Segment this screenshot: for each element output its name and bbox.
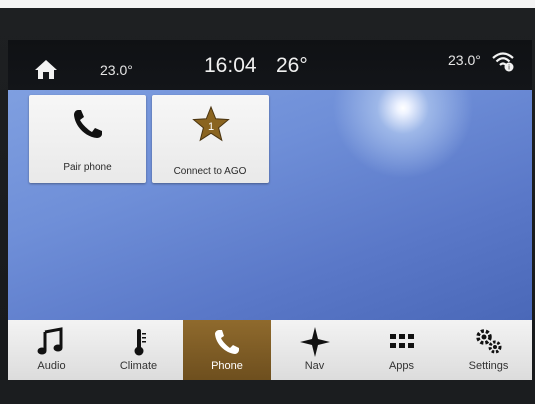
thermometer-icon (134, 329, 146, 356)
gear-icon (475, 329, 501, 354)
tab-climate[interactable]: Climate (95, 320, 182, 380)
tab-label: Apps (388, 360, 415, 372)
device-bezel-bottom (0, 380, 535, 404)
tab-nav[interactable]: Nav (271, 320, 358, 380)
tab-label: Audio (37, 360, 66, 372)
infotainment-screen: 23.0° 16:04 26° 23.0° i Pair phone 1 Con… (8, 40, 532, 380)
home-content-area: Pair phone 1 Connect to AGO (8, 90, 532, 320)
star-badge-icon: 1 (192, 105, 230, 142)
phone-icon (74, 110, 102, 138)
status-bar: 23.0° 16:04 26° 23.0° i (8, 40, 532, 90)
tab-phone[interactable]: Phone (183, 320, 271, 380)
compass-star-icon (299, 327, 330, 357)
tab-label: Nav (304, 360, 325, 372)
tab-apps[interactable]: Apps (358, 320, 445, 380)
phone-icon (215, 330, 239, 354)
home-icon[interactable] (34, 58, 58, 80)
tile-label: Pair phone (63, 162, 112, 173)
tile-label: Connect to AGO (173, 166, 247, 177)
connect-to-ago-tile[interactable]: 1 Connect to AGO (152, 95, 269, 183)
tab-settings[interactable]: Settings (445, 320, 532, 380)
tab-audio[interactable]: Audio (8, 320, 95, 380)
tab-label: Settings (468, 360, 509, 372)
passenger-temperature[interactable]: 23.0° (448, 52, 481, 68)
pair-phone-tile[interactable]: Pair phone (29, 95, 146, 183)
grid-icon (389, 334, 414, 348)
clock: 16:04 (204, 54, 257, 77)
tab-label: Phone (211, 360, 243, 372)
tab-label: Climate (119, 360, 158, 372)
wifi-icon: i (492, 52, 514, 72)
bottom-tab-bar: Audio Climate Phone Nav Apps Settings (8, 320, 532, 380)
driver-temperature[interactable]: 23.0° (100, 62, 133, 78)
outside-temperature: 26° (276, 54, 308, 77)
music-note-icon (37, 327, 62, 355)
badge-number: 1 (208, 121, 214, 133)
